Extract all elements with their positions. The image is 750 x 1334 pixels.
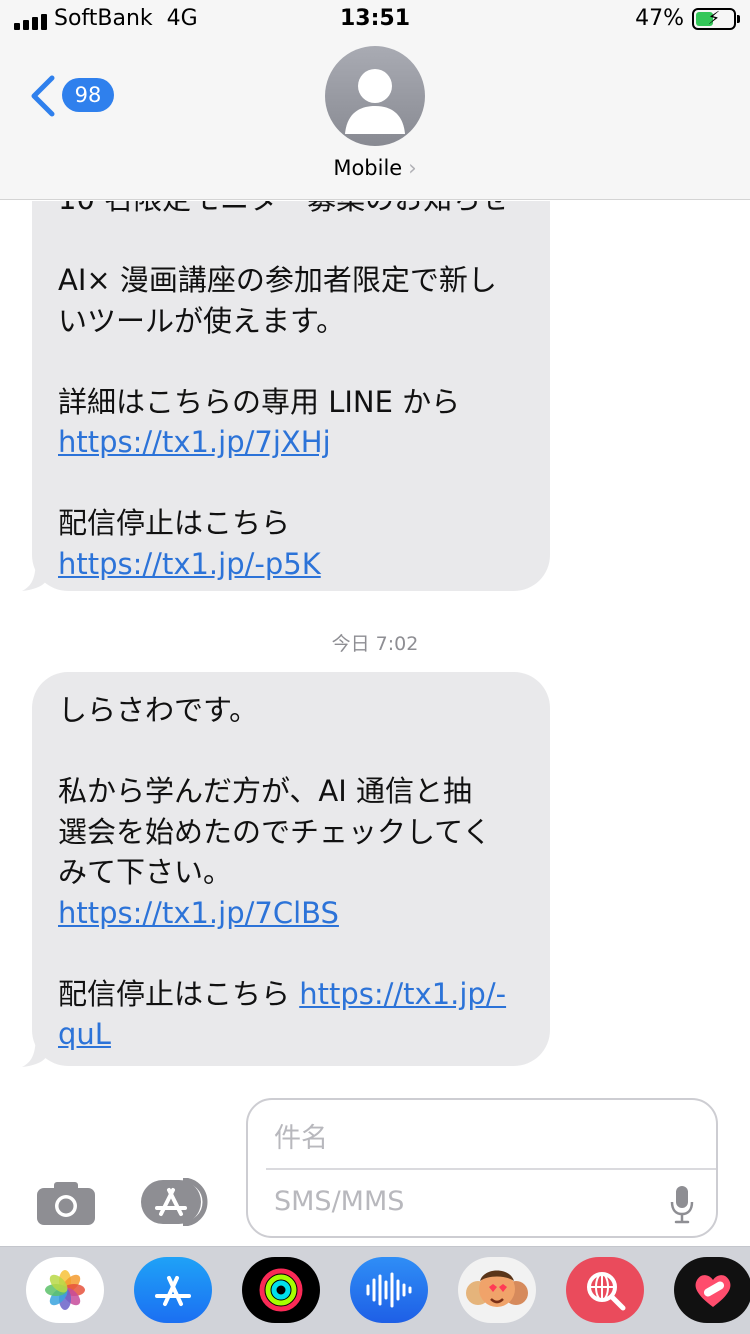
battery-percent: 47% <box>635 6 684 31</box>
message-line: https://tx1.jp/7jXHj <box>58 422 524 463</box>
message-text: 選会を始めたのでチェックしてく <box>58 814 492 849</box>
message-input-box[interactable]: 件名 SMS/MMS <box>246 1098 718 1238</box>
search-globe-icon <box>587 1272 626 1311</box>
message-text: 配信停止はこちら <box>58 976 300 1011</box>
message-line: 詳細はこちらの専用 LINE から <box>58 382 524 423</box>
message-line <box>58 731 524 772</box>
message-bubble[interactable]: しらさわです。私から学んだ方が、AI 通信と抽 選会を始めたのでチェックしてく みて… <box>32 672 550 1066</box>
message-text: しらさわです。 <box>58 693 259 727</box>
message-line <box>58 933 524 974</box>
message-line: 配信停止はこちら <box>58 503 524 544</box>
message-line: quL <box>58 1014 524 1055</box>
message-bubble[interactable]: 10 名限定モニター募集のお知らせ AI× 漫画講座の参加者限定で新しいツールが使… <box>32 201 550 591</box>
chevron-right-icon: › <box>408 156 417 180</box>
message-text: 10 名限定モニター募集のお知らせ <box>58 201 510 216</box>
camera-icon[interactable] <box>36 1180 96 1226</box>
message-text: みて下さい。 <box>58 855 233 889</box>
contact-name-button[interactable]: Mobile › <box>0 156 750 180</box>
message-text: 私から学んだ方が、AI 通信と抽 <box>58 774 473 808</box>
message-body-field[interactable]: SMS/MMS <box>274 1186 404 1217</box>
message-text: 詳細はこちらの専用 LINE から <box>58 384 461 419</box>
message-line: AI× 漫画講座の参加者限定で新し <box>58 260 524 301</box>
message-link[interactable]: https://tx1.jp/- <box>299 977 506 1011</box>
photos-icon <box>45 1270 85 1310</box>
message-line <box>58 463 524 504</box>
message-link[interactable]: quL <box>58 1017 111 1051</box>
voice-memo-app-icon[interactable] <box>350 1257 428 1323</box>
heart-app-icon-container[interactable] <box>674 1257 750 1323</box>
heart-app-icon <box>695 1275 731 1307</box>
message-text: 配信停止はこちら <box>58 506 291 540</box>
message-text: いツールが使えます。 <box>58 303 346 338</box>
message-line: 選会を始めたのでチェックしてく <box>58 812 524 853</box>
message-line: 私から学んだ方が、AI 通信と抽 <box>58 771 524 812</box>
message-line: しらさわです。 <box>58 690 524 731</box>
message-composer: 件名 SMS/MMS <box>0 1088 750 1246</box>
message-line <box>58 341 524 382</box>
message-line: 配信停止はこちら https://tx1.jp/- <box>58 974 524 1015</box>
message-line: みて下さい。 <box>58 852 524 893</box>
person-silhouette-icon <box>345 69 405 134</box>
photos-app-icon[interactable] <box>26 1257 104 1323</box>
imessage-app-drawer <box>0 1246 750 1334</box>
message-line: 10 名限定モニター募集のお知らせ <box>58 201 524 220</box>
voice-memos-icon <box>366 1272 412 1308</box>
input-divider <box>266 1168 716 1170</box>
subject-field[interactable]: 件名 <box>274 1116 328 1155</box>
unread-count-badge[interactable]: 98 <box>62 78 114 112</box>
app-store-drawer-icon[interactable] <box>139 1178 215 1226</box>
message-text: AI× 漫画講座の参加者限定で新し <box>58 263 497 297</box>
message-timestamp: 今日 7:02 <box>331 633 419 655</box>
app-store-app-icon[interactable] <box>134 1257 212 1323</box>
search-app-icon[interactable] <box>566 1257 644 1323</box>
memoji-app-icon[interactable] <box>458 1257 536 1323</box>
activity-icon <box>259 1268 303 1312</box>
microphone-icon[interactable] <box>670 1184 694 1224</box>
battery-icon: ⚡ <box>692 8 740 30</box>
back-chevron-icon[interactable] <box>28 74 58 118</box>
conversation-header: 98 Mobile › <box>0 40 750 200</box>
charging-bolt-icon: ⚡ <box>707 8 721 29</box>
status-bar: SoftBank 4G 13:51 47% ⚡ <box>0 0 750 40</box>
message-link[interactable]: https://tx1.jp/-p5K <box>58 547 321 581</box>
app-store-icon <box>155 1276 191 1306</box>
message-line: https://tx1.jp/7ClBS <box>58 893 524 934</box>
message-link[interactable]: https://tx1.jp/7ClBS <box>58 896 339 930</box>
message-line: https://tx1.jp/-p5K <box>58 544 524 585</box>
contact-avatar[interactable] <box>325 46 425 146</box>
activity-app-icon[interactable] <box>242 1257 320 1323</box>
message-line: いツールが使えます。 <box>58 301 524 342</box>
memoji-icon <box>466 1270 528 1307</box>
message-line <box>58 220 524 261</box>
message-link[interactable]: https://tx1.jp/7jXHj <box>58 425 331 459</box>
contact-name: Mobile <box>333 156 403 180</box>
